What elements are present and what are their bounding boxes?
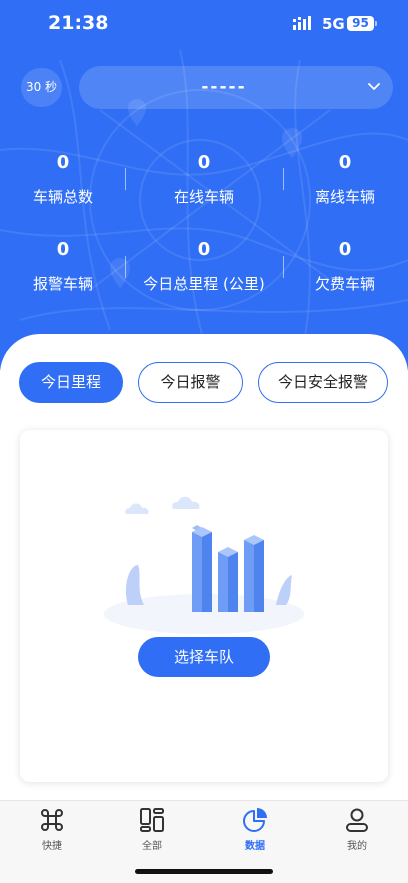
refresh-interval-button[interactable]: 30 秒 (21, 68, 62, 107)
stat-label: 今日总里程 (公里) (143, 275, 265, 293)
home-indicator (135, 869, 273, 874)
stat-value: 0 (338, 239, 352, 260)
tabbar-item-data[interactable]: 数据 (225, 807, 285, 852)
tabbar-label: 全部 (142, 841, 162, 852)
stat-label: 欠费车辆 (314, 275, 375, 293)
status-time: 21:38 (48, 12, 109, 34)
chart-card: 选择车队 (20, 430, 388, 782)
network-type: 5G (322, 15, 345, 33)
stat-total-vehicles[interactable]: 0 车辆总数 (0, 150, 131, 207)
stat-divider (125, 168, 126, 190)
grid-icon (140, 808, 164, 832)
chevron-down-icon (368, 83, 380, 90)
stat-divider (125, 256, 126, 278)
stat-value: 0 (56, 152, 70, 173)
tab-today-alarms[interactable]: 今日报警 (138, 362, 243, 403)
stat-label: 车辆总数 (32, 188, 93, 206)
tab-today-mileage[interactable]: 今日里程 (19, 362, 123, 403)
tabbar-item-shortcuts[interactable]: 快捷 (22, 807, 82, 852)
stat-alarm-vehicles[interactable]: 0 报警车辆 (0, 237, 131, 294)
dashboard-header: 21:38 5G 95 30 秒 ----- 0 车辆总数 0 在线车辆 0 离… (0, 0, 408, 370)
stat-value: 0 (338, 152, 352, 173)
signal-icon (293, 16, 311, 30)
stat-today-mileage[interactable]: 0 今日总里程 (公里) (136, 237, 272, 294)
pie-chart-icon (243, 808, 267, 832)
tabbar-item-mine[interactable]: 我的 (327, 807, 387, 852)
stat-label: 报警车辆 (32, 275, 93, 293)
stat-value: 0 (197, 239, 211, 260)
battery-tip (375, 21, 377, 26)
tabbar-label: 数据 (245, 841, 265, 852)
stat-online-vehicles[interactable]: 0 在线车辆 (136, 150, 272, 207)
stat-label: 离线车辆 (314, 188, 375, 206)
stat-offline-vehicles[interactable]: 0 离线车辆 (277, 150, 408, 207)
command-icon (41, 809, 63, 831)
stat-arrears-vehicles[interactable]: 0 欠费车辆 (277, 237, 408, 294)
tabbar-item-all[interactable]: 全部 (122, 807, 182, 852)
stat-label: 在线车辆 (173, 188, 234, 206)
stat-value: 0 (197, 152, 211, 173)
tabbar-label: 我的 (347, 841, 367, 852)
fleet-select[interactable]: ----- (79, 66, 393, 109)
tab-today-safety-alarms[interactable]: 今日安全报警 (258, 362, 388, 403)
bar-chart-illustration (104, 496, 304, 634)
select-fleet-button[interactable]: 选择车队 (138, 637, 270, 677)
status-bar: 21:38 5G 95 (0, 0, 408, 48)
user-icon (346, 808, 368, 832)
stat-value: 0 (56, 239, 70, 260)
fleet-select-value: ----- (201, 77, 247, 97)
battery-icon: 95 (347, 16, 374, 31)
tabbar-label: 快捷 (42, 841, 62, 852)
